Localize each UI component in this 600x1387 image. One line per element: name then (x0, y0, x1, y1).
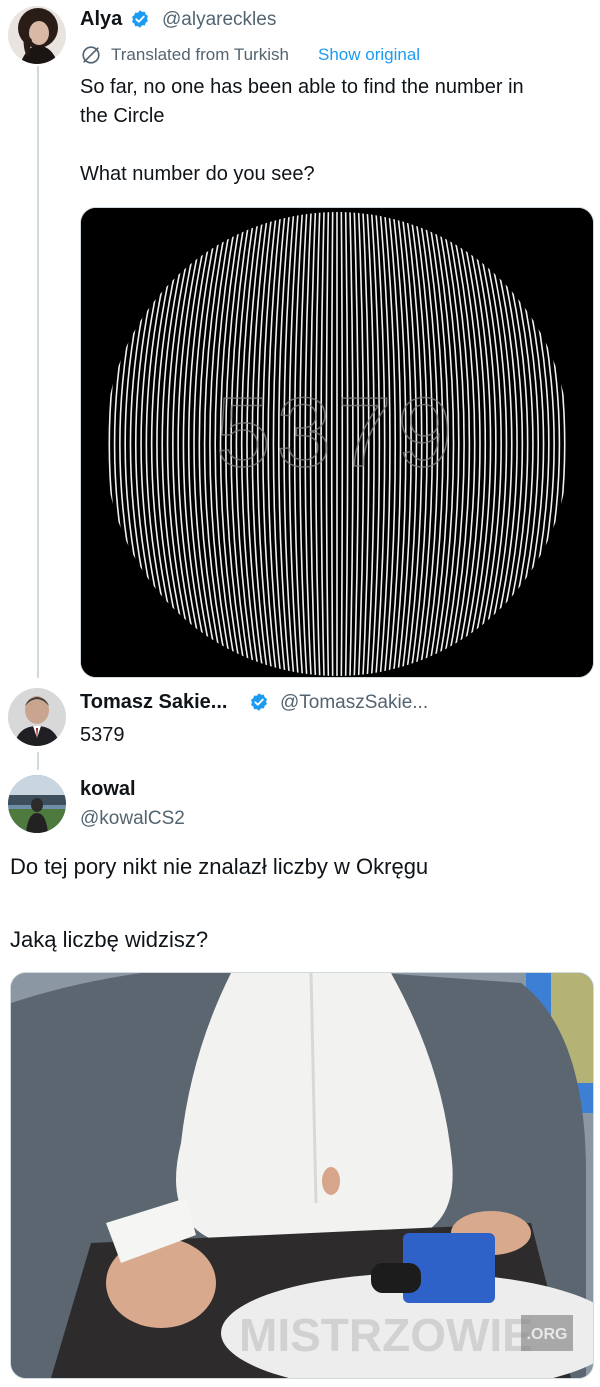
watermark-tld: .ORG (527, 1326, 568, 1343)
post-text-line: What number do you see? (80, 163, 315, 185)
author-name[interactable]: Tomasz Sakie... (80, 691, 227, 714)
photo: MISTRZOWIE .ORG (11, 973, 593, 1378)
translated-label: Translated from Turkish (111, 45, 289, 64)
verified-badge-icon (130, 9, 150, 29)
show-original-link[interactable]: Show original (318, 45, 420, 65)
post-text-line: So far, no one has been able to find the… (80, 76, 524, 98)
avatar[interactable] (8, 688, 66, 746)
thread-line (37, 66, 39, 678)
thread-line (37, 752, 39, 770)
post-image-photo[interactable]: MISTRZOWIE .ORG (10, 972, 594, 1379)
watermark: MISTRZOWIE (239, 1309, 533, 1361)
post-text-line: Do tej pory nikt nie znalazł liczby w Ok… (10, 854, 429, 879)
author-handle[interactable]: @TomaszSakie... (280, 692, 428, 714)
author-handle[interactable]: @kowalCS2 (80, 808, 185, 830)
translate-icon (80, 44, 102, 66)
author-name[interactable]: kowal (80, 778, 136, 801)
avatar[interactable] (8, 775, 66, 833)
post-text: 5379 (80, 724, 125, 746)
post-text-line: the Circle (80, 105, 165, 127)
hidden-number: 5379 (216, 377, 458, 487)
avatar[interactable] (8, 6, 66, 64)
verified-badge-icon (249, 692, 269, 712)
author-handle[interactable]: @alyareckles (162, 9, 276, 31)
circle-illusion: 5379 (81, 208, 593, 677)
post-image-circle-illusion[interactable]: 5379 (80, 207, 594, 678)
post-text-line: Jaką liczbę widzisz? (10, 927, 209, 952)
author-name[interactable]: Alya (80, 8, 122, 31)
